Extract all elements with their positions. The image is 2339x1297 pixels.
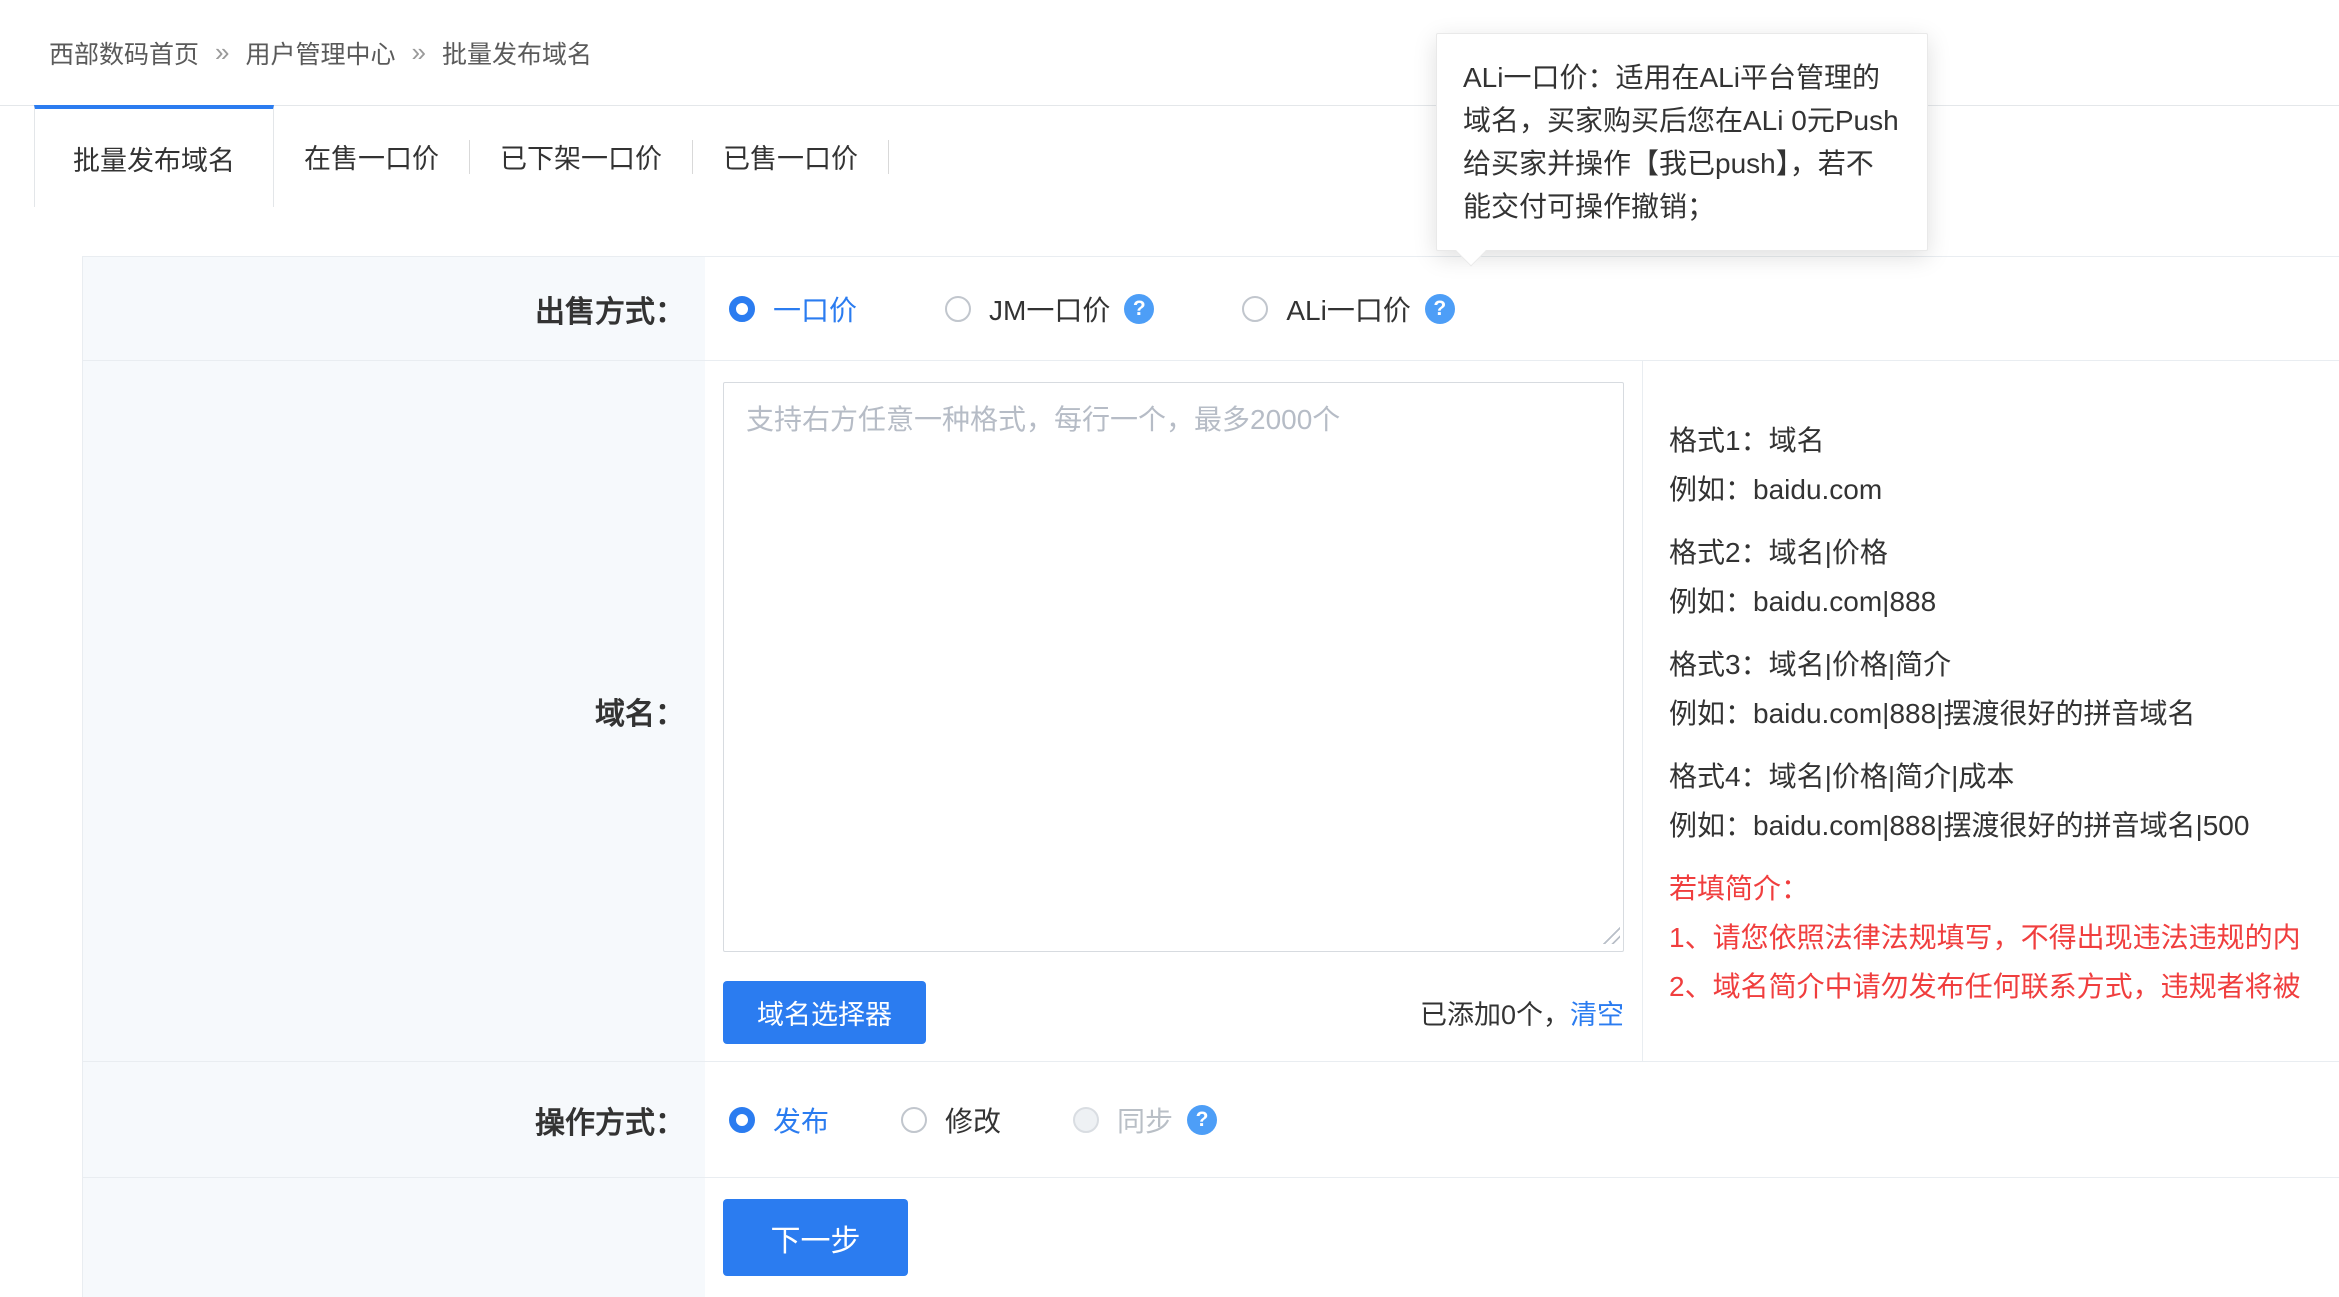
batch-publish-form: 出售方式： 一口价 JM一口价 ? ALi一口价 ? xyxy=(82,256,2339,1297)
radio-label[interactable]: 修改 xyxy=(945,1100,1001,1140)
tab-offshelf-buynow[interactable]: 已下架一口价 xyxy=(470,106,692,207)
operation-label: 操作方式： xyxy=(83,1062,705,1177)
breadcrumb-link-user-center[interactable]: 用户管理中心 xyxy=(245,35,395,71)
radio-unselected-icon[interactable] xyxy=(901,1107,927,1133)
tab-batch-publish[interactable]: 批量发布域名 xyxy=(34,105,274,207)
warning-title: 若填简介： xyxy=(1669,864,2339,913)
format-title: 格式2：域名|价格 xyxy=(1669,528,2339,577)
format-title: 格式4：域名|价格|简介|成本 xyxy=(1669,752,2339,801)
radio-label[interactable]: JM一口价 xyxy=(989,289,1110,329)
sell-method-row: 出售方式： 一口价 JM一口价 ? ALi一口价 ? xyxy=(83,257,2339,361)
radio-option-sync: 同步 ? xyxy=(1073,1100,1217,1140)
help-icon[interactable]: ? xyxy=(1187,1105,1217,1135)
domain-row: 域名： 域名选择器 已添加0个， 清空 格式1：域名 例如：baidu. xyxy=(83,361,2339,1062)
radio-option-publish[interactable]: 发布 xyxy=(729,1100,829,1140)
operation-row: 操作方式： 发布 修改 同步 ? xyxy=(83,1062,2339,1178)
breadcrumb-link-home[interactable]: 西部数码首页 xyxy=(49,35,199,71)
breadcrumb: 西部数码首页 » 用户管理中心 » 批量发布域名 xyxy=(0,0,2339,106)
format-help-panel: 格式1：域名 例如：baidu.com 格式2：域名|价格 例如：baidu.c… xyxy=(1642,361,2339,1061)
tab-sold-buynow[interactable]: 已售一口价 xyxy=(693,106,888,207)
format-example: 例如：baidu.com|888|摆渡很好的拼音域名|500 xyxy=(1669,801,2339,850)
help-icon[interactable]: ? xyxy=(1124,294,1154,324)
added-count: 已添加0个， xyxy=(1420,993,1570,1032)
domain-selector-button[interactable]: 域名选择器 xyxy=(723,981,926,1044)
tab-separator xyxy=(888,140,889,174)
breadcrumb-current: 批量发布域名 xyxy=(442,35,592,71)
breadcrumb-separator: » xyxy=(412,37,426,68)
added-count-wrap: 已添加0个， 清空 xyxy=(1420,993,1624,1032)
operation-options: 发布 修改 同步 ? xyxy=(705,1062,2339,1177)
format-title: 格式3：域名|价格|简介 xyxy=(1669,640,2339,689)
description-warning: 若填简介： 1、请您依照法律法规填写，不得出现违法违规的内 2、域名简介中请勿发… xyxy=(1669,864,2339,1011)
breadcrumb-separator: » xyxy=(215,37,229,68)
radio-unselected-icon[interactable] xyxy=(1242,296,1268,322)
radio-label[interactable]: 一口价 xyxy=(773,289,857,329)
tabs: 批量发布域名 在售一口价 已下架一口价 已售一口价 xyxy=(0,106,2339,207)
page: 西部数码首页 » 用户管理中心 » 批量发布域名 批量发布域名 在售一口价 已下… xyxy=(0,0,2339,1297)
radio-selected-icon[interactable] xyxy=(729,296,755,322)
radio-label[interactable]: ALi一口价 xyxy=(1286,289,1410,329)
warning-line-1: 1、请您依照法律法规填写，不得出现违法违规的内 xyxy=(1669,913,2339,962)
radio-selected-icon[interactable] xyxy=(729,1107,755,1133)
sell-method-label: 出售方式： xyxy=(83,257,705,360)
radio-option-modify[interactable]: 修改 xyxy=(901,1100,1001,1140)
radio-unselected-icon[interactable] xyxy=(945,296,971,322)
domain-controls: 域名选择器 已添加0个， 清空 xyxy=(723,981,1624,1044)
radio-label: 同步 xyxy=(1117,1100,1173,1140)
submit-label-spacer xyxy=(83,1178,705,1297)
format-example: 例如：baidu.com xyxy=(1669,465,2339,514)
format-group-3: 格式3：域名|价格|简介 例如：baidu.com|888|摆渡很好的拼音域名 xyxy=(1669,640,2339,738)
format-group-4: 格式4：域名|价格|简介|成本 例如：baidu.com|888|摆渡很好的拼音… xyxy=(1669,752,2339,850)
format-group-1: 格式1：域名 例如：baidu.com xyxy=(1669,416,2339,514)
next-step-button[interactable]: 下一步 xyxy=(723,1199,908,1276)
sell-method-options: 一口价 JM一口价 ? ALi一口价 ? xyxy=(705,257,2339,360)
radio-disabled-icon xyxy=(1073,1107,1099,1133)
submit-area: 下一步 xyxy=(705,1178,2339,1297)
radio-label[interactable]: 发布 xyxy=(773,1100,829,1140)
radio-option-buynow[interactable]: 一口价 xyxy=(729,289,857,329)
domain-input-area: 域名选择器 已添加0个， 清空 xyxy=(705,361,1642,1061)
format-group-2: 格式2：域名|价格 例如：baidu.com|888 xyxy=(1669,528,2339,626)
submit-row: 下一步 xyxy=(83,1178,2339,1297)
domain-list-textarea[interactable] xyxy=(723,382,1624,952)
help-icon[interactable]: ? xyxy=(1425,294,1455,324)
tooltip-text: ALi一口价：适用在ALi平台管理的域名，买家购买后您在ALi 0元Push给买… xyxy=(1463,56,1901,228)
domain-label: 域名： xyxy=(83,361,705,1061)
warning-line-2: 2、域名简介中请勿发布任何联系方式，违规者将被 xyxy=(1669,962,2339,1011)
tab-onsale-buynow[interactable]: 在售一口价 xyxy=(274,106,469,207)
clear-link[interactable]: 清空 xyxy=(1570,993,1624,1032)
radio-option-jm-buynow[interactable]: JM一口价 ? xyxy=(945,289,1154,329)
format-example: 例如：baidu.com|888 xyxy=(1669,577,2339,626)
ali-buynow-tooltip: ALi一口价：适用在ALi平台管理的域名，买家购买后您在ALi 0元Push给买… xyxy=(1436,33,1928,251)
textarea-wrapper xyxy=(723,382,1624,952)
format-example: 例如：baidu.com|888|摆渡很好的拼音域名 xyxy=(1669,689,2339,738)
format-title: 格式1：域名 xyxy=(1669,416,2339,465)
radio-option-ali-buynow[interactable]: ALi一口价 ? xyxy=(1242,289,1454,329)
